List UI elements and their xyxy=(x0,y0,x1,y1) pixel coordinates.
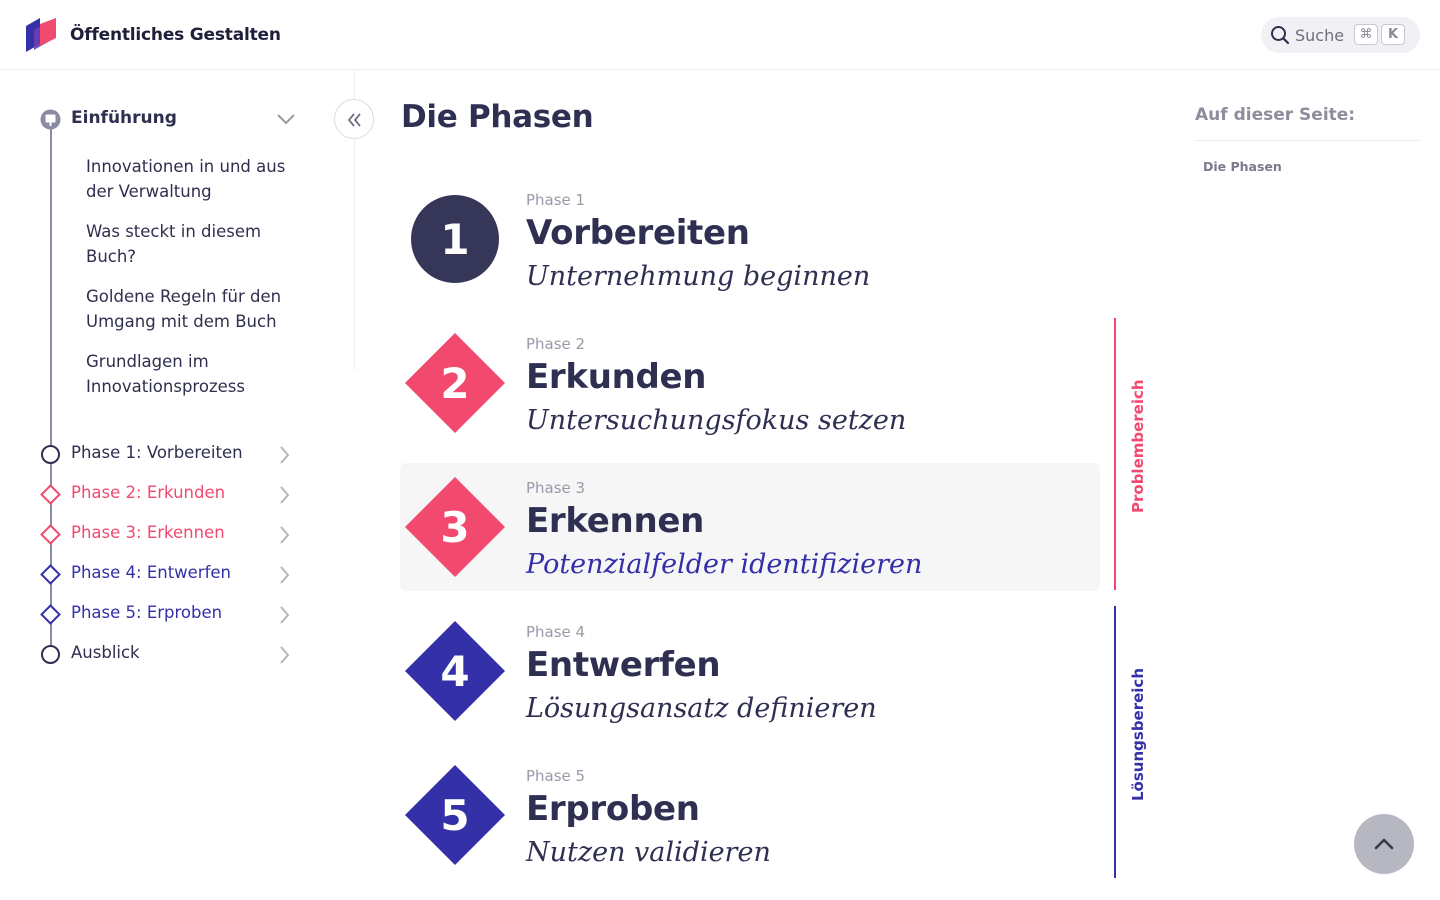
sidebar-item-label: Phase 1: Vorbereiten xyxy=(71,443,243,462)
phase-card-3[interactable]: 3 Phase 3 Erkennen Potenzialfelder ident… xyxy=(400,463,1100,591)
toc-title: Auf dieser Seite: xyxy=(1195,105,1356,125)
sidebar-item-label: Phase 3: Erkennen xyxy=(71,523,225,542)
phase-description: Lösungsansatz definieren xyxy=(526,693,877,724)
collapse-sidebar-button[interactable] xyxy=(334,99,374,139)
phase-card-2[interactable]: 2 Phase 2 Erkunden Untersuchungsfokus se… xyxy=(400,319,1100,447)
phase-number-badge: 4 xyxy=(405,621,505,721)
phase-label: Phase 2 xyxy=(526,335,586,353)
sidebar-item-label: Phase 5: Erproben xyxy=(71,603,223,622)
chevron-down-icon[interactable] xyxy=(276,112,296,126)
phase-label: Phase 3 xyxy=(526,479,586,497)
toc-link[interactable]: Die Phasen xyxy=(1203,159,1282,174)
brand-title[interactable]: Öffentliches Gestalten xyxy=(70,25,281,45)
sidebar-subitem[interactable]: Was steckt in diesem Buch? xyxy=(86,219,301,269)
phase-description: Untersuchungsfokus setzen xyxy=(526,405,907,436)
phase-number: 1 xyxy=(440,215,469,264)
sidebar-subitem[interactable]: Goldene Regeln für den Umgang mit dem Bu… xyxy=(86,284,301,334)
phase-name: Vorbereiten xyxy=(526,213,750,253)
circle-icon xyxy=(41,645,60,664)
toc-divider xyxy=(1195,140,1420,141)
shortcut-cmd-key: ⌘ xyxy=(1354,24,1378,45)
problem-range-label: Problembereich xyxy=(1129,379,1147,513)
sidebar-item-phase-2[interactable]: Phase 2: Erkunden xyxy=(40,482,300,506)
sidebar-item-einfuehrung[interactable]: Einführung xyxy=(40,108,310,132)
diamond-icon xyxy=(40,484,61,505)
page-title: Die Phasen xyxy=(401,99,594,135)
phase-label: Phase 5 xyxy=(526,767,586,785)
logo-icon[interactable] xyxy=(22,16,58,54)
sidebar-item-label: Phase 4: Entwerfen xyxy=(71,563,232,582)
sidebar-item-label: Einführung xyxy=(71,108,177,128)
phase-number: 4 xyxy=(440,647,469,696)
solution-range-label: Lösungsbereich xyxy=(1129,667,1147,801)
phase-label: Phase 1 xyxy=(526,191,586,209)
diamond-icon xyxy=(40,564,61,585)
phase-description: Nutzen validieren xyxy=(526,837,771,868)
phase-number-badge: 3 xyxy=(405,477,505,577)
phase-description: Potenzialfelder identifizieren xyxy=(526,549,923,580)
phase-name: Erkennen xyxy=(526,501,705,541)
search-button[interactable]: Suche ⌘ K xyxy=(1261,17,1420,53)
phase-card-5[interactable]: 5 Phase 5 Erproben Nutzen validieren xyxy=(400,751,1100,879)
sidebar-item-phase-3[interactable]: Phase 3: Erkennen xyxy=(40,522,300,546)
phase-name: Entwerfen xyxy=(526,645,721,685)
phase-number-badge: 5 xyxy=(405,765,505,865)
phase-number: 5 xyxy=(440,791,469,840)
sidebar-item-phase-1[interactable]: Phase 1: Vorbereiten xyxy=(40,442,300,466)
double-chevron-left-icon xyxy=(347,113,361,127)
search-icon xyxy=(1271,26,1290,45)
phase-number: 2 xyxy=(440,359,469,408)
phase-description: Unternehmung beginnen xyxy=(526,261,871,292)
circle-icon xyxy=(41,445,60,464)
scroll-to-top-button[interactable] xyxy=(1354,814,1414,874)
chevron-right-icon xyxy=(280,606,290,624)
sidebar-subitem[interactable]: Grundlagen im Innovationsprozess xyxy=(86,349,301,399)
phase-name: Erkunden xyxy=(526,357,707,397)
sidebar-item-label: Phase 2: Erkunden xyxy=(71,483,226,502)
sidebar-item-label: Ausblick xyxy=(71,643,140,662)
shortcut-k-key: K xyxy=(1381,24,1405,45)
diamond-icon xyxy=(40,604,61,625)
problem-range-line xyxy=(1114,318,1116,590)
chevron-right-icon xyxy=(280,526,290,544)
phase-number-badge: 1 xyxy=(411,195,499,283)
top-header: Öffentliches Gestalten Suche ⌘ K xyxy=(0,0,1440,70)
phase-name: Erproben xyxy=(526,789,700,829)
phase-number: 3 xyxy=(440,503,469,552)
chevron-right-icon xyxy=(280,566,290,584)
chevron-right-icon xyxy=(280,646,290,664)
search-label: Suche xyxy=(1295,26,1345,45)
chevron-right-icon xyxy=(280,446,290,464)
sidebar-subitem[interactable]: Innovationen in und aus der Verwaltung xyxy=(86,154,301,204)
solution-range-line xyxy=(1114,606,1116,878)
phase-number-badge: 2 xyxy=(405,333,505,433)
phase-card-1[interactable]: 1 Phase 1 Vorbereiten Unternehmung begin… xyxy=(400,175,1100,303)
phase-label: Phase 4 xyxy=(526,623,586,641)
chevron-up-icon xyxy=(1374,838,1394,850)
intro-book-icon xyxy=(40,109,61,130)
phase-card-4[interactable]: 4 Phase 4 Entwerfen Lösungsansatz defini… xyxy=(400,607,1100,735)
diamond-icon xyxy=(40,524,61,545)
sidebar-item-ausblick[interactable]: Ausblick xyxy=(40,642,300,666)
sidebar-item-phase-4[interactable]: Phase 4: Entwerfen xyxy=(40,562,300,586)
chevron-right-icon xyxy=(280,486,290,504)
sidebar-item-phase-5[interactable]: Phase 5: Erproben xyxy=(40,602,300,626)
